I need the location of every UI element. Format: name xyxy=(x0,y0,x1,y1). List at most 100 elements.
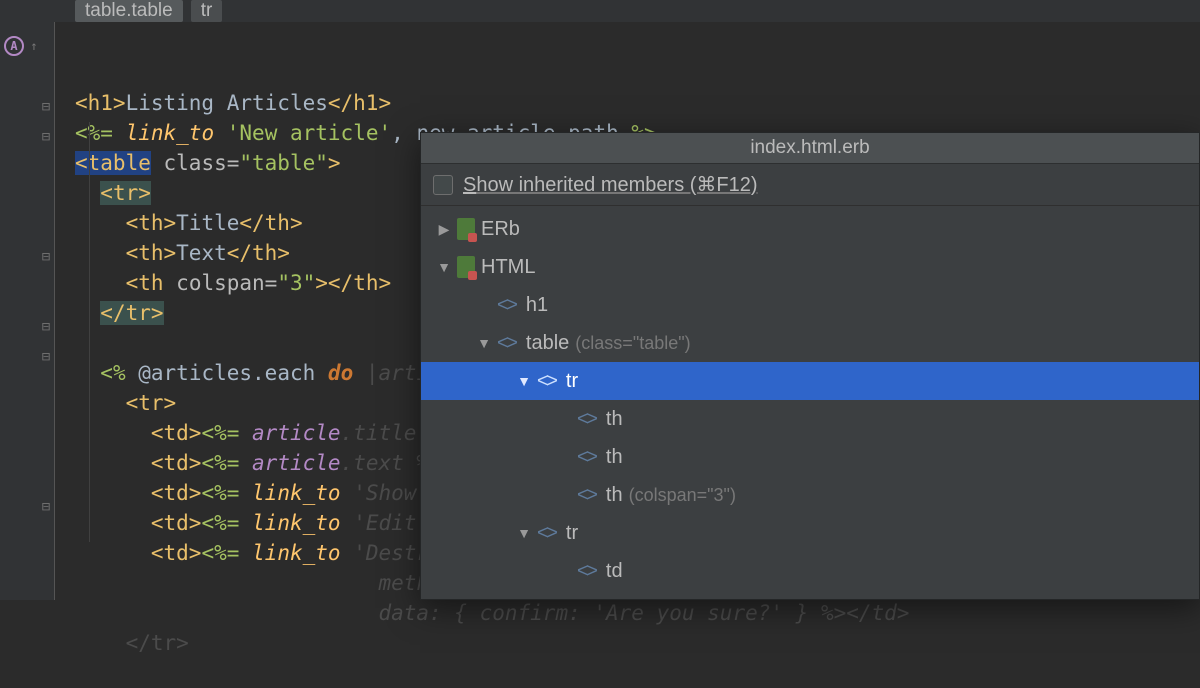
code-token: </tr> xyxy=(126,631,189,655)
fold-toggle[interactable]: ⊟ xyxy=(39,500,53,514)
tree-node-label: ERb xyxy=(481,218,520,241)
disclosure-right-icon[interactable]: ▶ xyxy=(437,221,451,238)
code-token: 'Show' xyxy=(353,481,429,505)
code-token: <tr> xyxy=(100,181,151,205)
editor-gutter: A ↑ ⊟ ⊟ ⊟ ⊟ ⊟ ⊟ xyxy=(0,22,55,600)
tree-node-label: h1 xyxy=(526,294,548,317)
tree-node-HTML[interactable]: ▼ HTML xyxy=(421,248,1199,286)
up-arrow-icon[interactable]: ↑ xyxy=(24,36,44,56)
code-token: link_to xyxy=(252,541,341,565)
show-inherited-option[interactable]: Show inherited members (⌘F12) xyxy=(421,164,1199,206)
tree-node-td[interactable]: < > td xyxy=(421,590,1199,599)
tree-node-h1[interactable]: < > h1 xyxy=(421,286,1199,324)
tree-node-table[interactable]: ▼ < > table (class="table") xyxy=(421,324,1199,362)
tree-node-td[interactable]: < > td xyxy=(421,552,1199,590)
code-token: link_to xyxy=(252,511,341,535)
code-token: class= xyxy=(164,151,240,175)
tree-node-th[interactable]: < > th xyxy=(421,400,1199,438)
tree-node-label: tr xyxy=(566,522,578,545)
fold-toggle[interactable]: ⊟ xyxy=(39,130,53,144)
code-token: article xyxy=(252,451,341,475)
tree-node-label: HTML xyxy=(481,256,535,279)
code-token: 'Edit' xyxy=(353,511,429,535)
tag-icon: < > xyxy=(577,598,594,600)
checkbox-icon[interactable] xyxy=(433,175,453,195)
disclosure-down-icon[interactable]: ▼ xyxy=(437,259,451,275)
tree-node-attr: (class="table") xyxy=(575,333,690,354)
tag-icon: < > xyxy=(577,408,594,431)
code-token: </h1> xyxy=(328,91,391,115)
fold-toggle[interactable]: ⊟ xyxy=(39,350,53,364)
structure-tree[interactable]: ▶ ERb▼ HTML< > h1▼< > table (class="tabl… xyxy=(421,206,1199,599)
code-token: do xyxy=(328,361,353,385)
disclosure-down-icon[interactable]: ▼ xyxy=(477,335,491,351)
code-token: 'New article' xyxy=(227,121,391,145)
code-token: <%= xyxy=(201,481,239,505)
code-token: colspan= xyxy=(176,271,277,295)
code-token: Title xyxy=(176,211,239,235)
tag-icon: < > xyxy=(537,370,554,393)
tag-icon: < > xyxy=(497,332,514,355)
code-token: <%= xyxy=(201,511,239,535)
tree-node-ERb[interactable]: ▶ ERb xyxy=(421,210,1199,248)
tag-icon: < > xyxy=(577,446,594,469)
code-token: <h1> xyxy=(75,91,126,115)
code-token: </th> xyxy=(239,211,302,235)
breadcrumb-item[interactable]: tr xyxy=(191,0,223,22)
code-token: <tr> xyxy=(126,391,177,415)
tag-icon: < > xyxy=(537,522,554,545)
code-token: <%= xyxy=(201,451,239,475)
popup-title: index.html.erb xyxy=(421,133,1199,164)
tree-node-label: tr xyxy=(566,370,578,393)
code-token: <th xyxy=(126,271,164,295)
code-token: <td> xyxy=(151,481,202,505)
annotation-badge[interactable]: A xyxy=(4,36,24,56)
tree-node-label: th xyxy=(606,446,623,469)
code-token: </tr> xyxy=(100,301,163,325)
tag-icon: < > xyxy=(577,560,594,583)
tree-node-attr: (colspan="3") xyxy=(629,485,736,506)
file-icon xyxy=(457,256,475,278)
code-token: <table xyxy=(75,151,151,175)
fold-toggle[interactable]: ⊟ xyxy=(39,100,53,114)
code-token: ></th> xyxy=(315,271,391,295)
code-token: > xyxy=(328,151,341,175)
tag-icon: < > xyxy=(497,294,514,317)
breadcrumb-bar: table.table tr xyxy=(0,0,1200,22)
tree-node-tr[interactable]: ▼ < > tr xyxy=(421,362,1199,400)
tree-node-th[interactable]: < > th (colspan="3") xyxy=(421,476,1199,514)
breadcrumb-item[interactable]: table.table xyxy=(75,0,183,22)
code-token: Text xyxy=(176,241,227,265)
code-token: Listing Articles xyxy=(126,91,328,115)
tree-node-label: th xyxy=(606,484,623,507)
code-token: <td> xyxy=(151,511,202,535)
code-token: <%= xyxy=(75,121,113,145)
code-token: </th> xyxy=(227,241,290,265)
code-token: data: { confirm: 'Are you sure?' } %></t… xyxy=(378,601,909,625)
tree-node-label: td xyxy=(606,598,623,600)
code-token: "3" xyxy=(277,271,315,295)
tree-node-th[interactable]: < > th xyxy=(421,438,1199,476)
disclosure-down-icon[interactable]: ▼ xyxy=(517,373,531,389)
code-token: <th> xyxy=(126,241,177,265)
tree-node-tr[interactable]: ▼ < > tr xyxy=(421,514,1199,552)
file-structure-popup: index.html.erb Show inherited members (⌘… xyxy=(420,132,1200,600)
indent-guide xyxy=(89,122,90,542)
tree-node-label: table xyxy=(526,332,569,355)
code-token: <%= xyxy=(201,541,239,565)
tree-node-label: td xyxy=(606,560,623,583)
code-token: <% xyxy=(100,361,125,385)
code-token: link_to xyxy=(252,481,341,505)
show-inherited-label: Show inherited members (⌘F12) xyxy=(463,172,758,197)
fold-toggle[interactable]: ⊟ xyxy=(39,250,53,264)
code-token: <td> xyxy=(151,421,202,445)
code-token: link_to xyxy=(126,121,215,145)
code-token: <%= xyxy=(201,421,239,445)
file-icon xyxy=(457,218,475,240)
fold-toggle[interactable]: ⊟ xyxy=(39,320,53,334)
disclosure-down-icon[interactable]: ▼ xyxy=(517,525,531,541)
code-token: <td> xyxy=(151,541,202,565)
code-token: @articles.each xyxy=(138,361,315,385)
code-token: "table" xyxy=(239,151,328,175)
code-token: <td> xyxy=(151,451,202,475)
